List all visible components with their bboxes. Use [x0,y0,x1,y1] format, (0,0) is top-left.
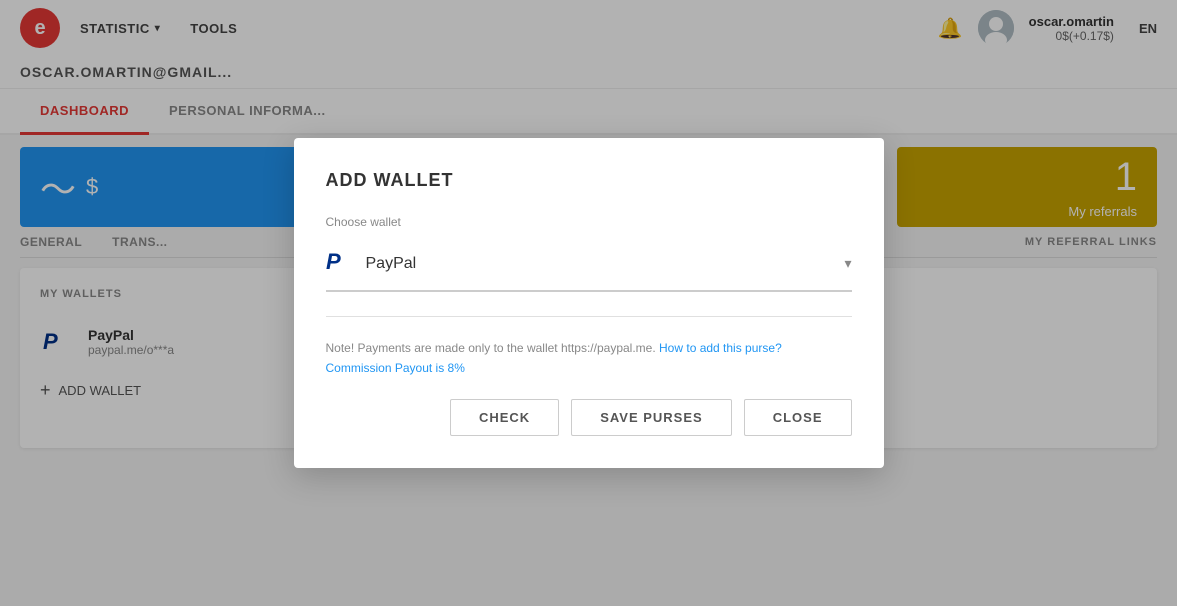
select-chevron-icon: ▾ [844,255,851,272]
how-to-add-link[interactable]: How to add this purse? [659,341,782,355]
check-button[interactable]: CHECK [450,399,559,436]
wallet-selector[interactable]: P PayPal ▾ [326,237,852,292]
close-button[interactable]: CLOSE [744,399,852,436]
choose-wallet-label: Choose wallet [326,215,852,229]
svg-text:P: P [326,249,341,274]
page-background: e STATISTIC ▾ TOOLS 🔔 oscar.omartin 0$(+… [0,0,1177,606]
modal-divider [326,316,852,317]
selected-wallet-label: PayPal [366,255,417,273]
add-wallet-modal: ADD WALLET Choose wallet P PayPal ▾ Note… [294,138,884,468]
modal-note: Note! Payments are made only to the wall… [326,341,852,355]
modal-title: ADD WALLET [326,170,852,191]
save-purses-button[interactable]: SAVE PURSES [571,399,732,436]
commission-label: Commission Payout is 8% [326,361,852,375]
modal-actions: CHECK SAVE PURSES CLOSE [326,399,852,436]
paypal-select-icon: P [326,247,354,280]
